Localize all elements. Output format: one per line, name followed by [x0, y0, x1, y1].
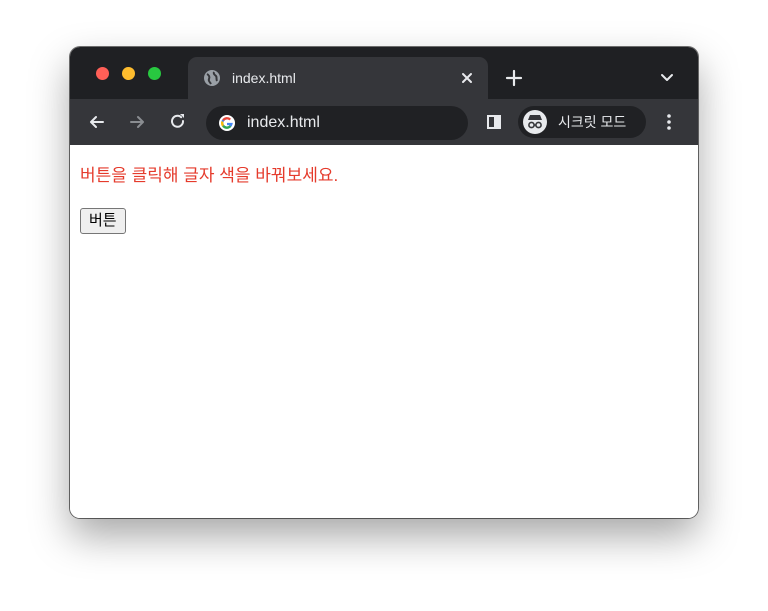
chevron-down-icon[interactable] — [660, 71, 674, 85]
tab-strip: index.html — [70, 47, 698, 99]
forward-arrow-icon[interactable] — [127, 112, 147, 132]
zoom-window-button[interactable] — [148, 67, 161, 80]
instruction-text: 버튼을 클릭해 글자 색을 바꿔보세요. — [80, 166, 339, 185]
tab-title: index.html — [232, 70, 296, 86]
incognito-profile-button[interactable]: 시크릿 모드 — [518, 106, 646, 138]
address-bar[interactable]: index.html — [206, 106, 468, 140]
browser-window: index.html index.html 시크릿 모드 버튼을 클릭해 글자 … — [70, 47, 698, 518]
plus-icon[interactable] — [504, 68, 524, 88]
back-arrow-icon[interactable] — [87, 112, 107, 132]
url-text: index.html — [247, 114, 320, 131]
reload-icon[interactable] — [168, 112, 188, 132]
incognito-label: 시크릿 모드 — [558, 114, 627, 130]
close-icon[interactable] — [458, 69, 476, 87]
incognito-icon — [523, 110, 547, 134]
browser-toolbar: index.html 시크릿 모드 — [70, 99, 698, 145]
page-content: 버튼을 클릭해 글자 색을 바꿔보세요. 버튼 — [70, 145, 698, 518]
color-change-button[interactable]: 버튼 — [80, 208, 126, 234]
side-panel-icon[interactable] — [487, 115, 501, 129]
more-menu-icon[interactable] — [662, 112, 676, 132]
tab-index-html[interactable]: index.html — [188, 57, 488, 99]
close-window-button[interactable] — [96, 67, 109, 80]
google-icon — [219, 115, 235, 131]
globe-icon — [204, 70, 220, 86]
minimize-window-button[interactable] — [122, 67, 135, 80]
